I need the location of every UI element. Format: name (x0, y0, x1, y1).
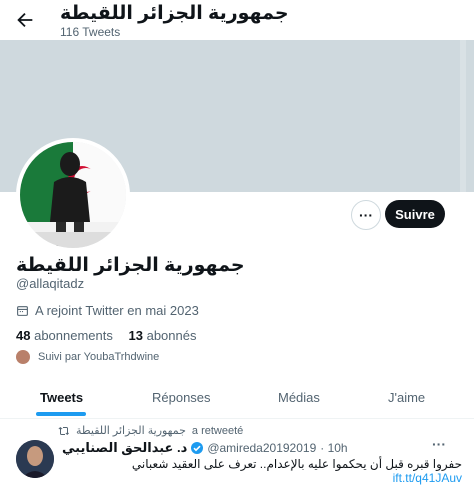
joined-text: A rejoint Twitter en mai 2023 (35, 303, 199, 318)
top-bar: جمهورية الجزائر اللقيطة 116 Tweets (0, 0, 474, 40)
followers-count: 13 (128, 328, 143, 343)
profile-handle: @allaqitadz (16, 276, 85, 291)
followers-link[interactable]: 13 abonnés (129, 328, 197, 343)
tweet-count: 116 Tweets (60, 25, 121, 39)
retweet-icon (58, 426, 69, 435)
tweet-author-name[interactable]: د. عبدالحق الصنايبي (62, 440, 187, 456)
active-tab-indicator (36, 412, 86, 416)
follow-button[interactable]: Suivre (385, 200, 445, 228)
joined-date: A rejoint Twitter en mai 2023 (16, 303, 199, 318)
followed-by[interactable]: Suivi par YoubaTrhdwine (16, 350, 159, 364)
followed-by-text: Suivi par YoubaTrhdwine (38, 351, 160, 363)
avatar-image (20, 142, 126, 248)
following-label: abonnements (34, 328, 113, 343)
tweet-body: حفروا قبره قبل أن يحكموا عليه بالإعدام..… (131, 457, 462, 471)
more-options-button[interactable]: ··· (351, 200, 381, 230)
retweet-label: a retweeté (191, 424, 244, 437)
follow-stats: 48 abonnements 13 abonnés (16, 328, 208, 343)
arrow-left-icon[interactable] (14, 9, 36, 31)
verified-badge-icon (191, 442, 204, 454)
tweet-author-avatar[interactable] (16, 440, 54, 478)
tab-media[interactable]: Médias (278, 390, 320, 405)
tweet-time[interactable]: · 10h (320, 441, 347, 455)
tweet-more-button[interactable]: ··· (432, 436, 446, 452)
tweet-link[interactable]: ift.tt/q41JAuv (393, 471, 462, 485)
tab-tweets[interactable]: Tweets (40, 390, 83, 405)
tab-likes[interactable]: J'aime (388, 390, 425, 405)
profile-avatar[interactable] (16, 138, 130, 252)
profile-name: جمهورية الجزائر اللقيطة (16, 255, 245, 276)
tweet-author-handle[interactable]: @amireda20192019 (207, 441, 316, 455)
banner-edge (460, 40, 466, 192)
retweeter-name[interactable]: جمهورية الجزائر اللقيطة (76, 424, 186, 437)
tab-replies[interactable]: Réponses (152, 390, 211, 405)
followers-label: abonnés (146, 328, 197, 343)
profile-tabs: Tweets Réponses Médias J'aime (0, 372, 474, 419)
author-photo (16, 440, 54, 478)
tweet-header: د. عبدالحق الصنايبي @amireda20192019 · 1… (62, 440, 348, 456)
follower-avatar (16, 350, 30, 364)
following-count: 48 (16, 328, 31, 343)
header-title: جمهورية الجزائر اللقيطة (60, 3, 289, 24)
following-link[interactable]: 48 abonnements (16, 328, 113, 343)
calendar-icon (17, 306, 28, 316)
retweet-indicator: جمهورية الجزائر اللقيطة a retweeté (58, 424, 243, 437)
tweet-text: حفروا قبره قبل أن يحكموا عليه بالإعدام..… (62, 457, 462, 485)
